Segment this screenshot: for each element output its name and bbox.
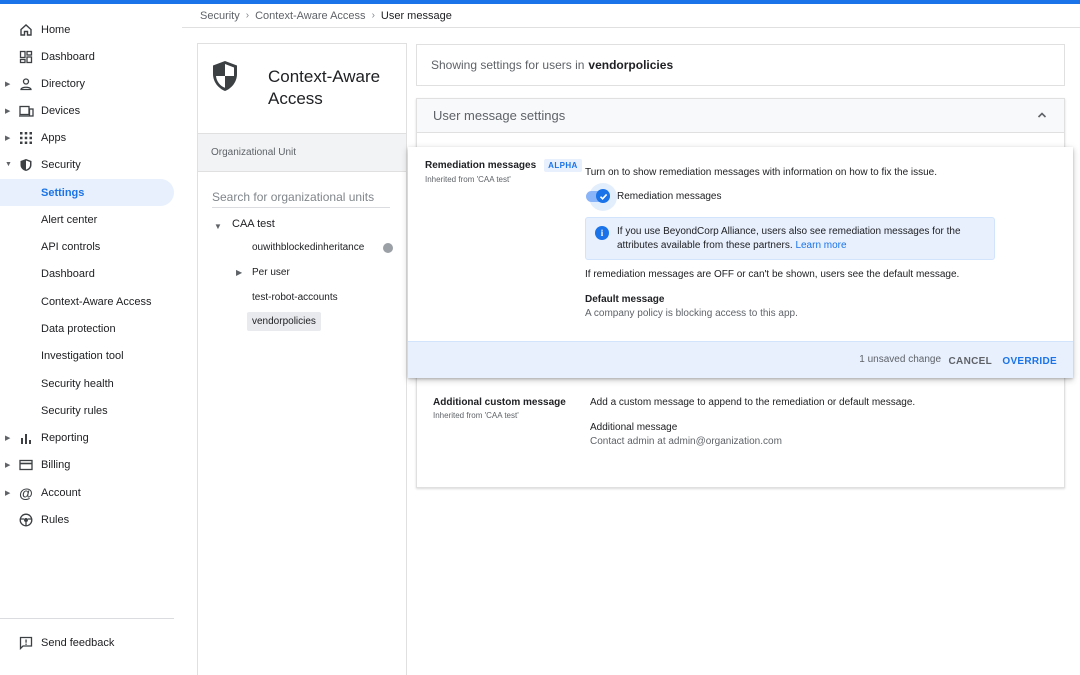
tree-item-caa-test[interactable]: CAA test [232,218,275,230]
info-text: If you use BeyondCorp Alliance, users al… [617,225,989,253]
nav-item-devices[interactable]: ▶ Devices [0,97,174,124]
ou-search-input[interactable]: Search for organizational units [212,190,390,208]
shield-icon [213,61,237,91]
chevron-right-icon: › [371,10,375,21]
info-callout: i If you use BeyondCorp Alliance, users … [585,217,995,260]
person-icon [18,76,34,92]
apps-grid-icon [18,130,34,146]
breadcrumb-user-message: User message [380,9,452,22]
nav-item-dashboard[interactable]: Dashboard [0,43,174,70]
expand-caret-icon[interactable]: ▶ [5,80,11,88]
expand-caret-icon[interactable]: ▶ [5,434,11,442]
nav-item-alert-center[interactable]: Alert center [0,206,174,233]
ou-panel-header: Context-Aware Access [198,44,406,134]
page-title: Context-Aware Access [268,67,381,108]
ou-section-label: Organizational Unit [198,134,406,172]
info-text-body: If you use BeyondCorp Alliance, users al… [617,226,961,251]
nav-item-security[interactable]: ▼ Security [0,151,174,178]
devices-icon [18,103,34,119]
additional-message-inherited: Inherited from 'CAA test' [433,411,519,420]
nav-item-data-protection[interactable]: Data protection [0,315,174,342]
showing-ou-name: vendorpolicies [588,58,674,72]
nav-item-security-health[interactable]: Security health [0,370,174,397]
nav-item-rules[interactable]: Rules [0,506,174,533]
expand-caret-icon[interactable]: ▶ [5,107,11,115]
tree-item-test-robot-accounts[interactable]: test-robot-accounts [252,292,338,303]
nav-item-billing[interactable]: ▶ Billing [0,451,174,478]
default-message-value: A company policy is blocking access to t… [585,308,798,319]
showing-settings-banner: Showing settings for users in vendorpoli… [416,44,1065,86]
remediation-inherited: Inherited from 'CAA test' [425,175,511,184]
tree-item-ouwithblockedinheritance[interactable]: ouwithblockedinheritance [252,242,364,253]
alpha-badge: ALPHA [544,159,582,172]
nav-divider [0,618,174,619]
credit-card-icon [18,457,34,473]
section-title: User message settings [433,108,566,123]
remediation-toggle[interactable] [586,183,617,211]
default-message-title: Default message [585,294,665,305]
additional-message-label: Additional message [590,422,678,433]
unsaved-changes-count: 1 unsaved change [859,354,941,365]
collapse-caret-icon[interactable]: ▼ [5,161,12,168]
expand-caret-icon[interactable]: ▶ [5,489,11,497]
home-icon [18,22,34,38]
nav-item-directory[interactable]: ▶ Directory [0,70,174,97]
left-nav: Home Dashboard ▶ Directory ▶ Devices ▶ A… [0,4,182,675]
remediation-editor-card: Remediation messages ALPHA Inherited fro… [408,147,1073,378]
breadcrumb-context-aware-access[interactable]: Context-Aware Access [255,10,365,22]
nav-item-apps[interactable]: ▶ Apps [0,124,174,151]
off-note: If remediation messages are OFF or can't… [585,269,960,280]
nav-item-investigation-tool[interactable]: Investigation tool [0,342,174,369]
at-sign-icon: @ [19,484,33,501]
nav-item-reporting[interactable]: ▶ Reporting [0,424,174,451]
section-header[interactable]: User message settings [417,99,1064,133]
blocked-inheritance-indicator [383,243,393,253]
collapse-caret-icon[interactable]: ▼ [214,222,222,231]
breadcrumb-security[interactable]: Security [200,10,240,22]
tree-item-per-user[interactable]: Per user [252,267,290,278]
send-feedback-button[interactable]: Send feedback [0,629,174,656]
chevron-right-icon: › [245,10,250,21]
tree-item-vendorpolicies[interactable]: vendorpolicies [247,312,321,331]
nav-item-home[interactable]: Home [0,16,174,43]
nav-item-account[interactable]: ▶ @ Account [0,479,174,506]
org-unit-panel: Context-Aware Access Organizational Unit… [197,43,407,675]
expand-caret-icon[interactable]: ▶ [5,461,11,469]
nav-item-security-dashboard[interactable]: Dashboard [0,260,174,287]
override-button[interactable]: OVERRIDE [998,349,1061,373]
additional-message-description: Add a custom message to append to the re… [590,397,916,408]
nav-item-settings[interactable]: Settings [0,179,174,206]
remediation-title-text: Remediation messages [425,160,537,171]
expand-caret-icon[interactable]: ▶ [236,268,242,277]
info-icon: i [595,226,609,240]
nav-item-security-rules[interactable]: Security rules [0,397,174,424]
rules-icon [18,512,34,528]
toggle-label: Remediation messages [617,191,722,202]
additional-message-title: Additional custom message [433,397,566,408]
shield-icon [18,157,34,173]
breadcrumb: Security › Context-Aware Access › User m… [182,4,1080,28]
check-icon [596,189,610,203]
feedback-icon [18,635,34,651]
cancel-button[interactable]: CANCEL [945,349,996,373]
nav-item-api-controls[interactable]: API controls [0,233,174,260]
bar-chart-icon [18,430,34,446]
remediation-title: Remediation messages ALPHA [425,159,582,172]
nav-item-context-aware-access[interactable]: Context-Aware Access [0,288,174,315]
learn-more-link[interactable]: Learn more [795,240,846,251]
editor-footer: 1 unsaved change CANCEL OVERRIDE [408,341,1073,378]
expand-caret-icon[interactable]: ▶ [5,134,11,142]
remediation-description: Turn on to show remediation messages wit… [585,167,938,178]
additional-message-value[interactable]: Contact admin at admin@organization.com [590,436,782,447]
dashboard-icon [18,49,34,65]
showing-prefix: Showing settings for users in [431,58,585,72]
chevron-up-icon[interactable] [1036,109,1048,121]
